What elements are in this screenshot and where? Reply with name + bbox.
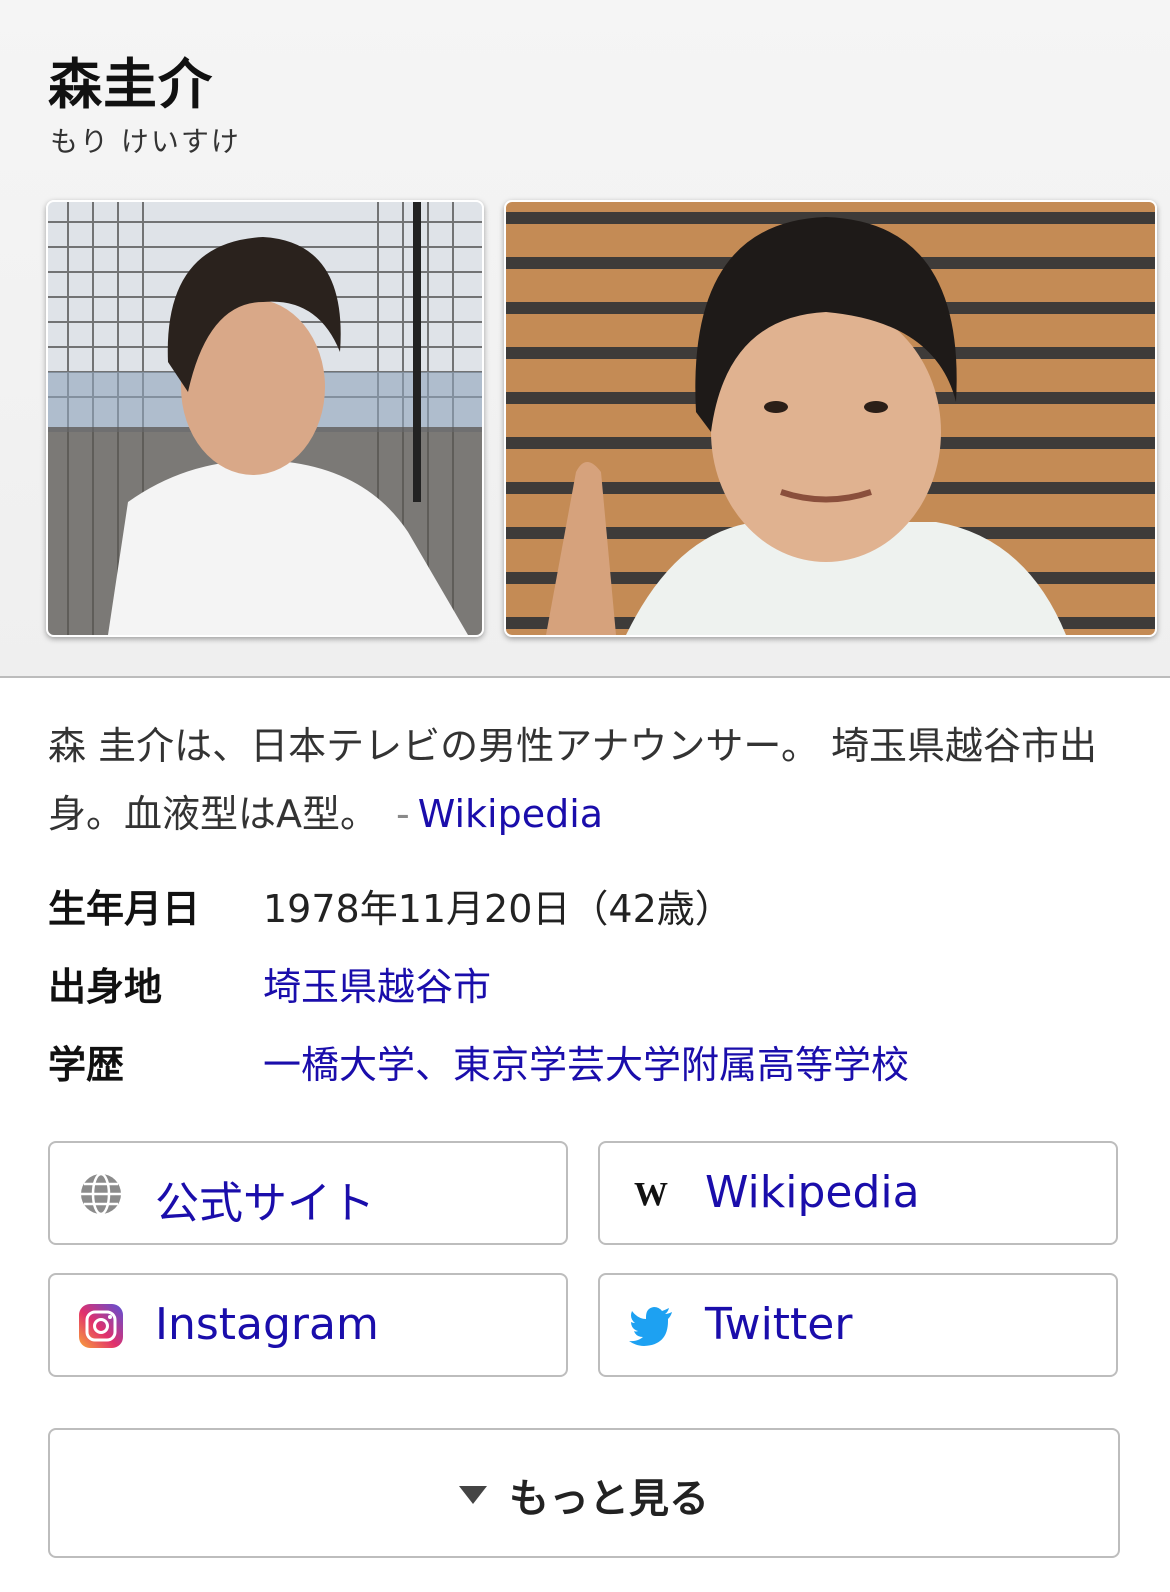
twitter-button[interactable]: Twitter [598,1273,1118,1377]
fact-row-birthplace: 出身地 埼玉県越谷市 [48,956,1128,1034]
official-site-button[interactable]: 公式サイト [48,1141,568,1245]
photo-2[interactable] [504,200,1157,637]
twitter-label: Twitter [705,1299,853,1350]
instagram-icon [79,1304,123,1348]
portrait-photo-1 [48,202,482,635]
globe-icon [81,1172,121,1216]
fact-key: 学歴 [48,1043,125,1087]
fact-key: 生年月日 [48,887,201,931]
portrait-photo-2 [506,202,1155,635]
fact-row-education: 学歴 一橋大学、東京学芸大学附属高等学校 [48,1034,1128,1112]
official-site-label: 公式サイト [155,1178,375,1229]
name-reading: もり けいすけ [50,125,241,158]
wikipedia-icon: W [634,1176,668,1213]
knowledge-panel-header: 森圭介 もり けいすけ [0,0,1170,678]
svg-text:W: W [634,1176,668,1213]
fact-value-link[interactable]: 埼玉県越谷市 [263,956,491,1011]
twitter-icon [629,1307,672,1346]
fact-key: 出身地 [48,965,163,1009]
wikipedia-button[interactable]: W Wikipedia [598,1141,1118,1245]
show-more-button[interactable]: もっと見る [48,1428,1120,1558]
instagram-button[interactable]: Instagram [48,1273,568,1377]
wikipedia-label: Wikipedia [705,1167,920,1218]
fact-value: 1978年11月20日（42歳） [263,887,733,931]
description-source-link[interactable]: Wikipedia [418,792,603,836]
facts-list: 生年月日 1978年11月20日（42歳） 出身地 埼玉県越谷市 学歴 一橋大学… [48,878,1128,1112]
fact-row-birthdate: 生年月日 1978年11月20日（42歳） [48,878,1128,956]
person-name: 森圭介 [48,53,213,116]
description-separator: - [396,792,410,836]
show-more-label: もっと見る [509,1476,709,1522]
instagram-label: Instagram [155,1299,379,1350]
fact-value-link[interactable]: 一橋大学、東京学芸大学附属高等学校 [263,1034,909,1089]
triangle-down-icon [459,1486,487,1504]
photo-1[interactable] [46,200,484,637]
description: 森 圭介は、日本テレビの男性アナウンサー。 埼玉県越谷市出身。血液型はA型。 - W… [48,712,1128,848]
